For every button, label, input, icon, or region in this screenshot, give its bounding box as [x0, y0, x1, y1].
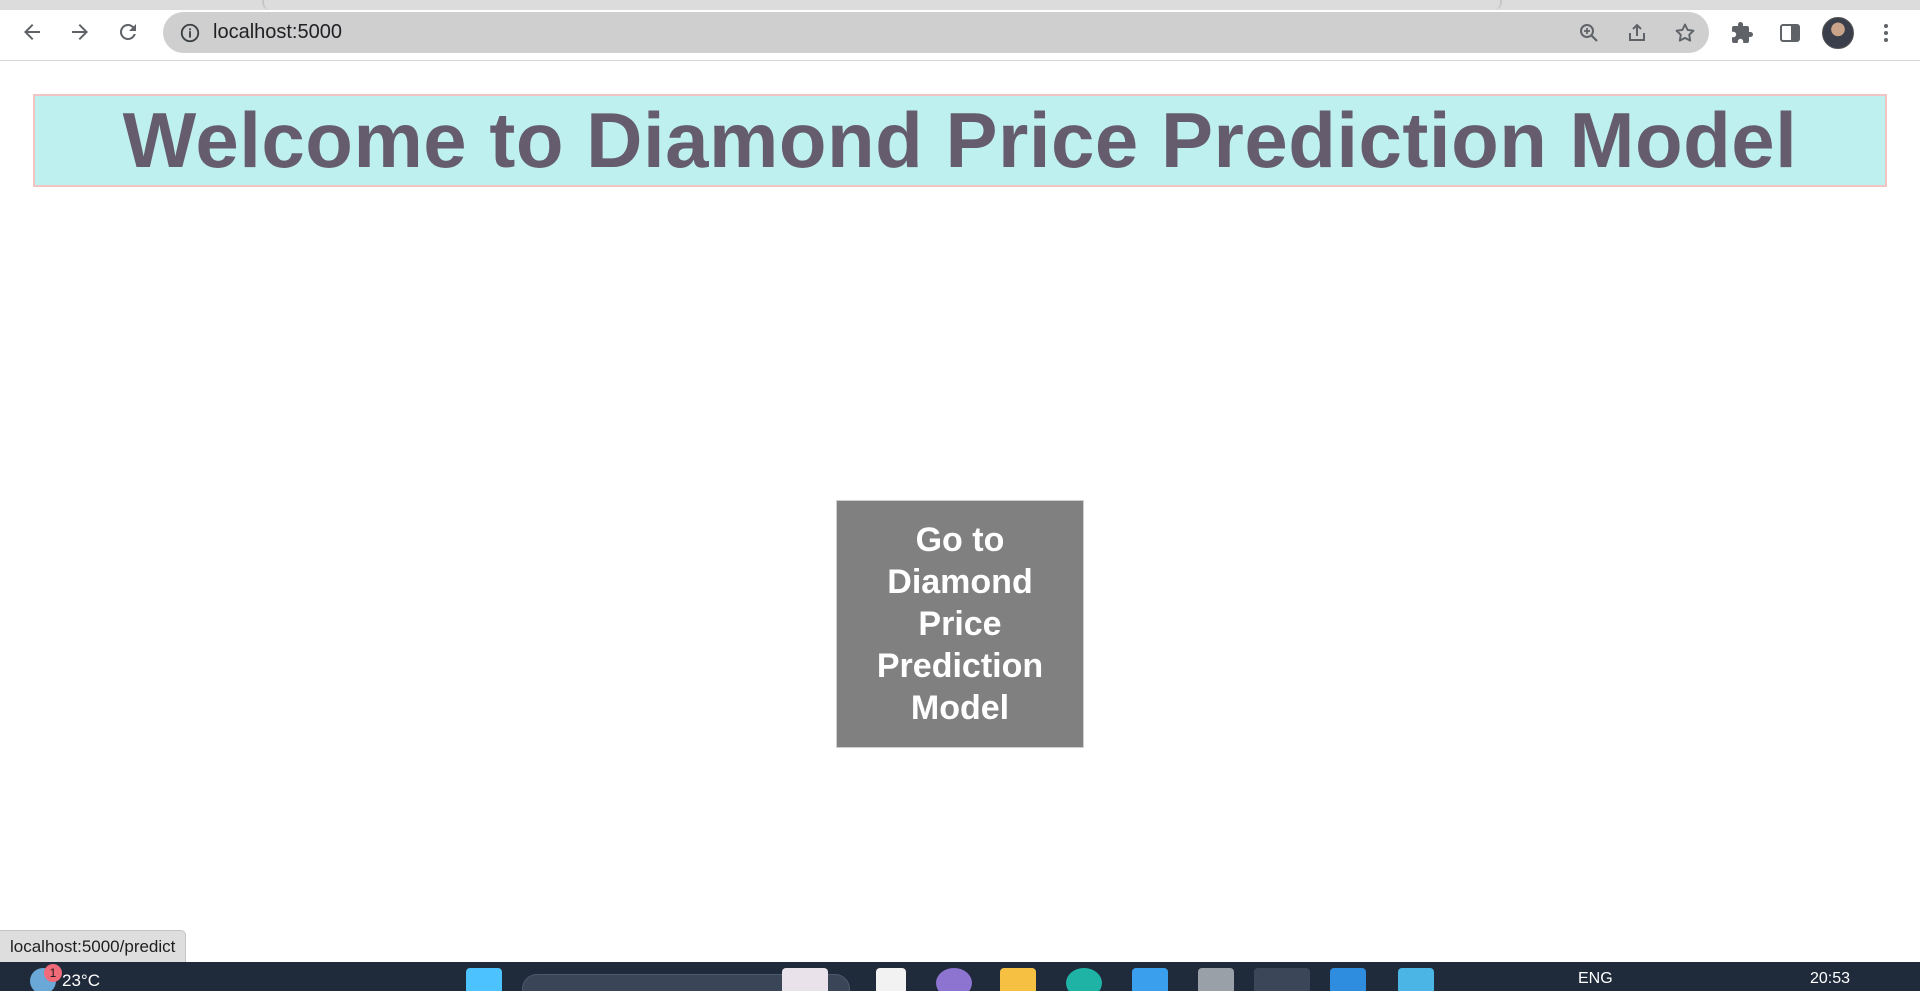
arrow-left-icon	[24, 24, 40, 40]
bookmark-star-icon[interactable]	[1661, 12, 1709, 53]
page-content: Welcome to Diamond Price Prediction Mode…	[0, 61, 1920, 961]
language-indicator[interactable]: ENG	[1578, 970, 1613, 988]
chrome-icon[interactable]	[1254, 968, 1310, 991]
start-button-icon[interactable]	[466, 968, 502, 991]
clock-time[interactable]: 20:53	[1810, 970, 1850, 988]
back-button[interactable]	[14, 14, 50, 50]
side-panel-icon[interactable]	[1766, 12, 1814, 53]
weather-widget[interactable]: 1 23°C	[30, 964, 100, 991]
app-icon-1[interactable]	[782, 968, 828, 991]
windows-taskbar: 1 23°C ENG 20:53	[0, 962, 1920, 991]
url-text[interactable]: localhost:5000	[213, 21, 342, 44]
weather-icon: 1	[30, 964, 62, 991]
chat-icon[interactable]	[936, 968, 972, 991]
edge-browser-icon[interactable]	[1066, 968, 1102, 991]
file-explorer-icon[interactable]	[1000, 968, 1036, 991]
browser-menu-kebab-icon[interactable]	[1862, 12, 1910, 53]
browser-actions	[1718, 12, 1910, 53]
vscode-icon[interactable]	[1330, 968, 1366, 991]
share-icon[interactable]	[1613, 12, 1661, 53]
link-status-bubble: localhost:5000/predict	[0, 930, 187, 962]
avatar	[1822, 16, 1854, 49]
task-view-icon[interactable]	[876, 968, 906, 991]
zoom-icon[interactable]	[1565, 12, 1613, 53]
tab-strip	[0, 0, 1920, 10]
forward-button[interactable]	[62, 14, 98, 50]
site-info-icon[interactable]	[179, 22, 201, 44]
browser-toolbar: localhost:5000	[0, 0, 1920, 61]
notification-badge: 1	[44, 964, 62, 982]
temperature-text: 23°C	[62, 971, 100, 990]
address-bar-actions	[1565, 12, 1709, 53]
profile-avatar[interactable]	[1814, 12, 1862, 53]
extensions-puzzle-icon[interactable]	[1718, 12, 1766, 53]
calendar-icon[interactable]	[1398, 968, 1434, 991]
reload-button[interactable]	[110, 14, 146, 50]
welcome-banner: Welcome to Diamond Price Prediction Mode…	[33, 94, 1887, 187]
address-bar[interactable]: localhost:5000	[163, 12, 1709, 53]
go-to-prediction-button[interactable]: Go to Diamond Price Prediction Model	[836, 500, 1084, 748]
app-icon-2[interactable]	[1198, 968, 1234, 991]
active-tab-edge[interactable]	[262, 0, 1502, 10]
page-title: Welcome to Diamond Price Prediction Mode…	[122, 96, 1798, 184]
reload-icon	[119, 23, 136, 40]
store-icon[interactable]	[1132, 968, 1168, 991]
arrow-right-icon	[72, 24, 88, 40]
